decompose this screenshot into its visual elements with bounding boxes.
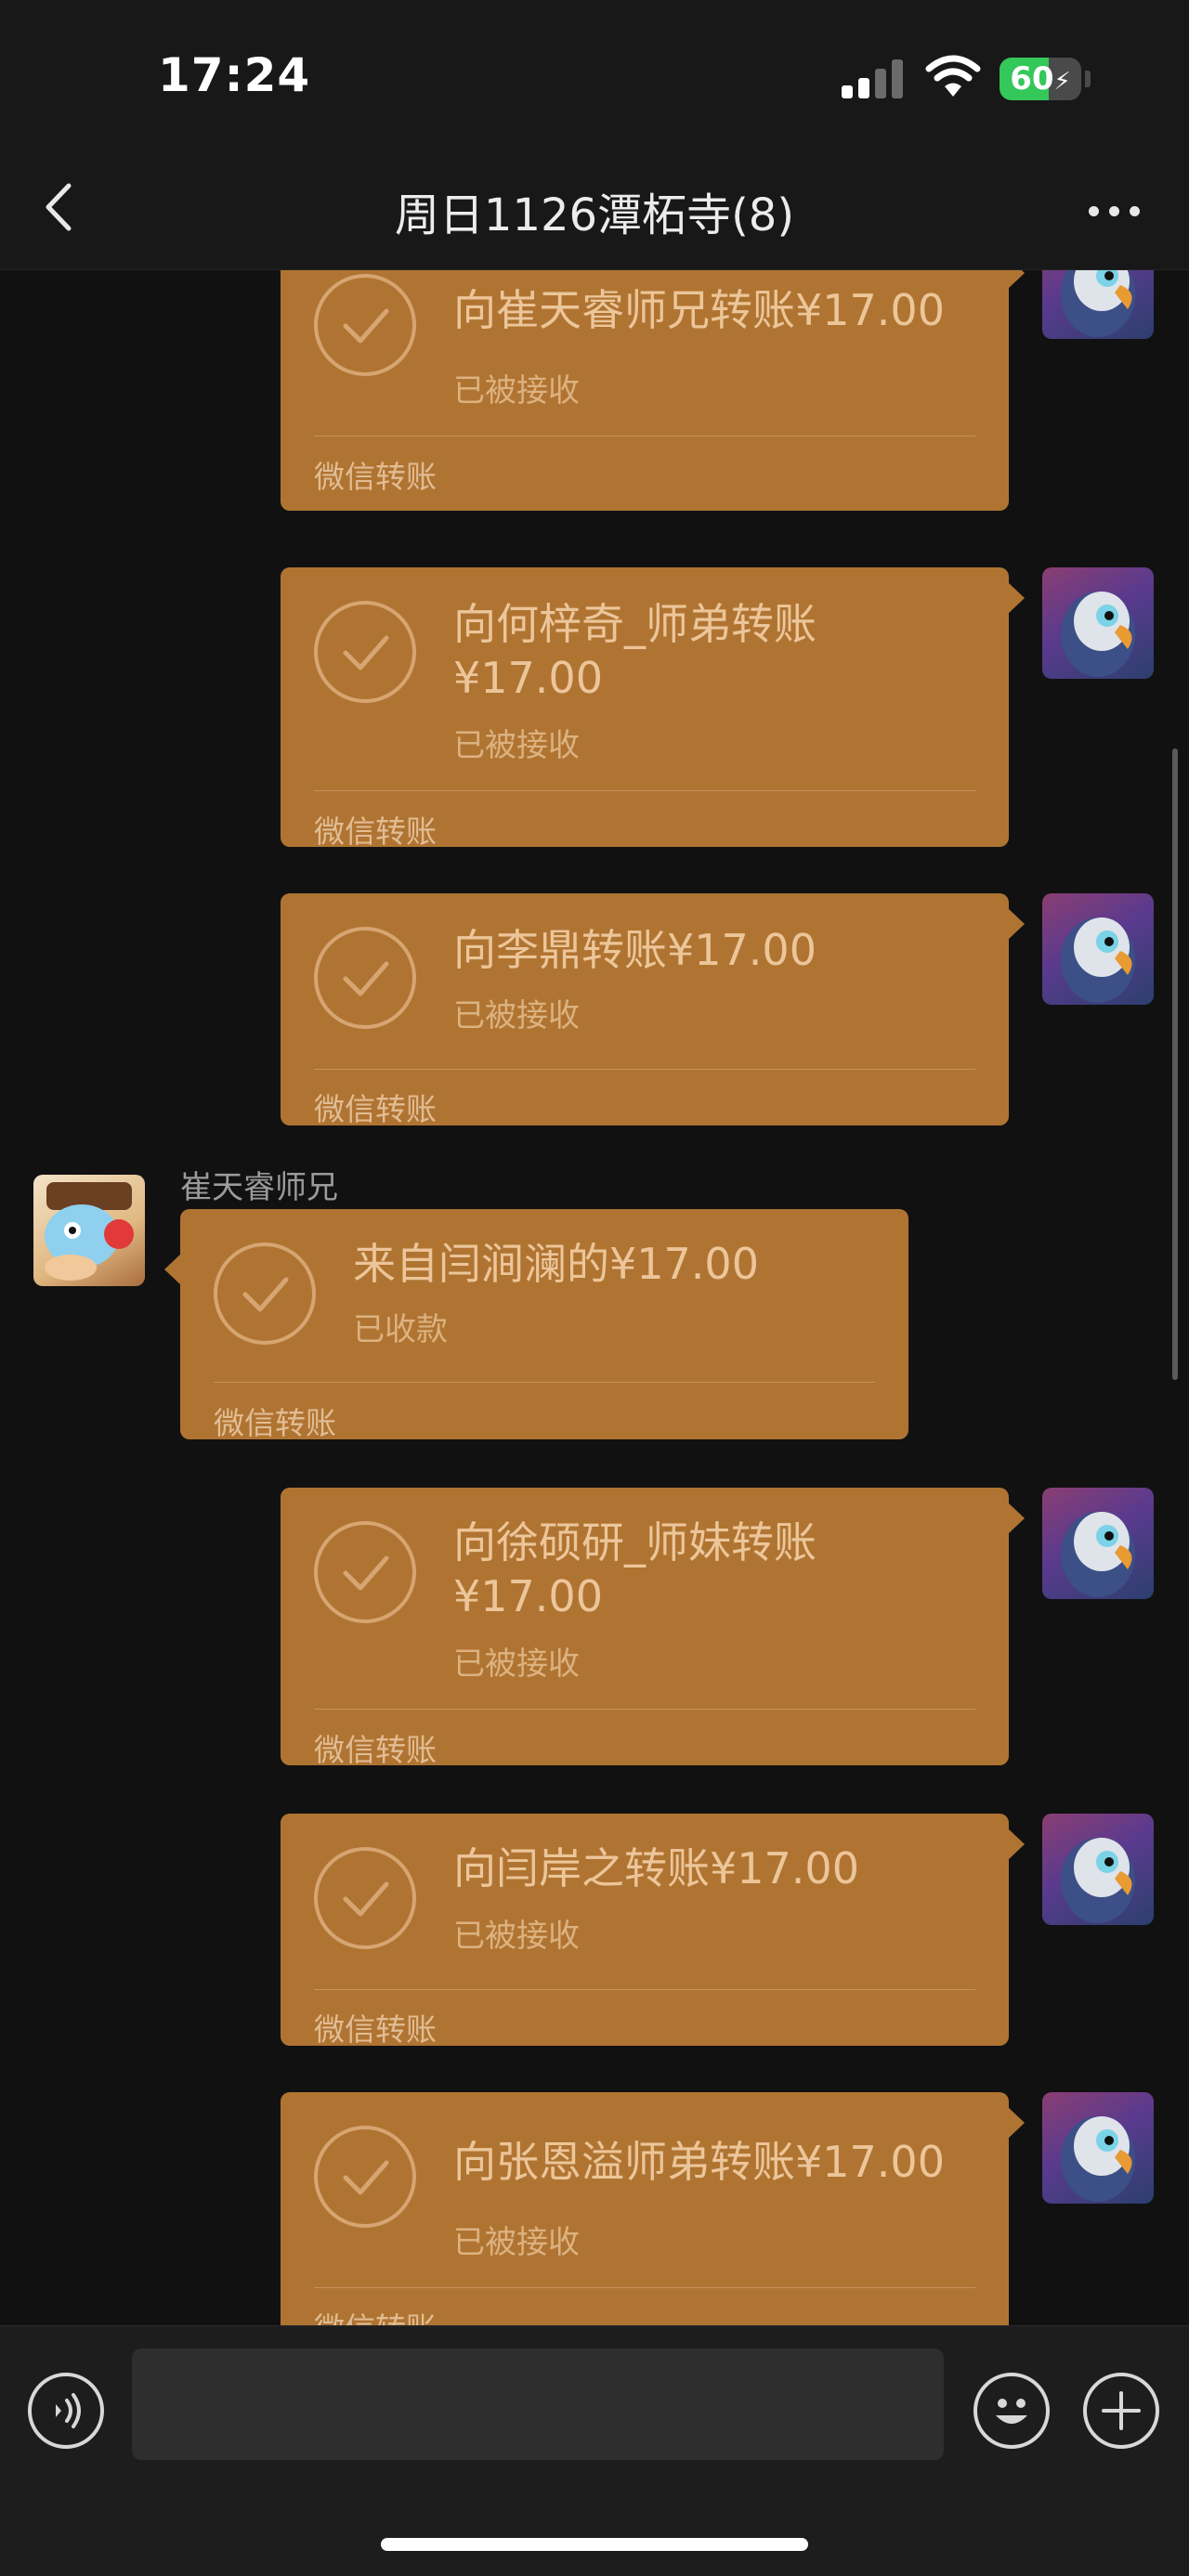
check-icon [314,1847,416,1949]
transfer-amount: ¥17.00 [453,653,603,703]
transfer-bubble[interactable]: 向李鼎转账¥17.00 已被接收 微信转账 [281,893,1025,1127]
transfer-bubble[interactable]: 来自闫涧澜的¥17.00 已收款 微信转账 [164,1209,908,1441]
more-button[interactable] [1078,176,1152,241]
transfer-status: 已被接收 [453,2224,580,2261]
message-input[interactable] [132,2348,944,2460]
transfer-message: 向崔天睿师兄转账¥17.00 已被接收 微信转账 [0,270,1189,521]
check-icon [314,2126,416,2228]
battery-level: 60 [1010,60,1054,98]
transfer-amount: ¥17.00 [453,1571,603,1621]
transfer-title: 向徐硕研_师妹转账 [453,1517,817,1568]
transfer-footer: 微信转账 [314,1732,437,1768]
status-bar: 17:24 60⚡ [0,0,1189,149]
avatar[interactable] [33,1175,145,1286]
transfer-title: 来自闫涧澜的¥17.00 [353,1239,759,1289]
transfer-status: 已被接收 [453,1918,580,1955]
transfer-status: 已被接收 [453,727,580,764]
transfer-title: 向闫岸之转账¥17.00 [453,1843,859,1893]
avatar[interactable] [1042,270,1154,339]
message-list[interactable]: 向崔天睿师兄转账¥17.00 已被接收 微信转账 向何梓奇_师弟转账 ¥17.0… [0,270,1189,2325]
plus-icon [1102,2391,1141,2430]
check-icon [314,274,416,376]
chat-header: 周日1126潭柘寺(8) [0,149,1189,270]
transfer-message-incoming: 崔天睿师兄 来自闫涧澜的¥17.00 已收款 微信转账 [0,1162,1189,1459]
avatar[interactable] [1042,1488,1154,1599]
battery-icon: 60⚡ [1000,58,1081,100]
transfer-message: 向李鼎转账¥17.00 已被接收 微信转账 [0,893,1189,1135]
transfer-message: 向徐硕研_师妹转账 ¥17.00 已被接收 微信转账 [0,1488,1189,1776]
transfer-title: 向崔天睿师兄转账¥17.00 [453,285,945,335]
transfer-footer: 微信转账 [314,813,437,850]
emoji-button[interactable] [973,2373,1050,2449]
back-arrow-icon [46,183,72,231]
transfer-title: 向何梓奇_师弟转账 [453,599,817,649]
check-icon [314,1521,416,1623]
avatar[interactable] [1042,2092,1154,2204]
signal-icon [842,59,903,98]
transfer-footer: 微信转账 [314,459,437,495]
voice-button[interactable] [28,2373,104,2449]
back-button[interactable] [28,175,93,240]
avatar[interactable] [1042,893,1154,1005]
transfer-status: 已被接收 [453,372,580,410]
transfer-status: 已收款 [353,1311,448,1348]
transfer-footer: 微信转账 [314,2011,437,2048]
transfer-footer: 微信转账 [314,2304,437,2325]
input-bar [0,2325,1189,2576]
transfer-status: 已被接收 [453,997,580,1034]
transfer-footer: 微信转账 [214,1405,336,1441]
transfer-bubble[interactable]: 向闫岸之转账¥17.00 已被接收 微信转账 [281,1814,1025,2048]
transfer-message: 向何梓奇_师弟转账 ¥17.00 已被接收 微信转账 [0,567,1189,855]
chat-title: 周日1126潭柘寺(8) [394,189,795,241]
sender-name: 崔天睿师兄 [180,1169,338,1206]
plus-button[interactable] [1083,2373,1159,2449]
avatar[interactable] [1042,567,1154,679]
transfer-bubble[interactable]: 向何梓奇_师弟转账 ¥17.00 已被接收 微信转账 [281,567,1025,850]
transfer-bubble[interactable]: 向张恩溢师弟转账¥17.00 已被接收 微信转账 [281,2092,1025,2325]
transfer-footer: 微信转账 [314,1091,437,1127]
transfer-title: 向张恩溢师弟转账¥17.00 [453,2137,945,2187]
wechat-chat-screen: 17:24 60⚡ 周日1126潭柘寺(8) 向崔天睿师兄转账¥17.00 已被… [0,0,1189,2576]
emoji-icon [996,2399,1027,2424]
check-icon [314,601,416,703]
check-icon [214,1242,316,1345]
transfer-message: 向张恩溢师弟转账¥17.00 已被接收 微信转账 [0,2092,1189,2325]
transfer-message: 向闫岸之转账¥17.00 已被接收 微信转账 [0,1814,1189,2055]
transfer-bubble[interactable]: 向徐硕研_师妹转账 ¥17.00 已被接收 微信转账 [281,1488,1025,1768]
home-indicator[interactable] [381,2538,808,2551]
check-icon [314,927,416,1029]
transfer-status: 已被接收 [453,1646,580,1683]
transfer-bubble[interactable]: 向崔天睿师兄转账¥17.00 已被接收 微信转账 [281,270,1025,511]
wifi-icon [925,54,981,98]
voice-icon [56,2393,81,2428]
status-time: 17:24 [158,48,311,102]
transfer-title: 向李鼎转账¥17.00 [453,925,817,975]
avatar[interactable] [1042,1814,1154,1925]
